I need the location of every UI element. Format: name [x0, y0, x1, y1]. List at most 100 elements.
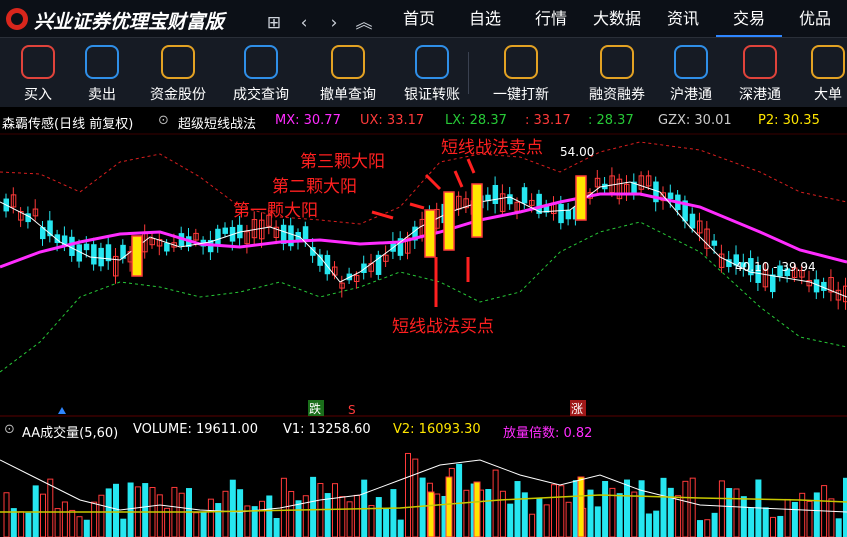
ipo-icon	[504, 45, 538, 79]
bank-transfer-button[interactable]: 银证转账	[392, 38, 472, 107]
buy-button[interactable]: 买入	[8, 38, 68, 107]
volume-bar	[222, 490, 229, 537]
menu-home[interactable]: 首页	[386, 0, 452, 37]
candle	[565, 210, 572, 220]
big-order-icon	[811, 45, 845, 79]
toolbar-label: 沪港通	[670, 87, 712, 103]
volume-bar	[638, 480, 645, 537]
annotation-arrow	[424, 173, 442, 191]
volume-bar	[368, 504, 375, 537]
annotation-arrow	[409, 202, 425, 210]
volume-bar	[273, 518, 280, 537]
candle	[164, 242, 170, 252]
ma-magenta-line	[0, 192, 847, 269]
kline-chart[interactable]: 54.00 40.10 - 39.94 跌 涨 S	[0, 132, 847, 417]
indicator-info-bar: 森霸传感(日线 前复权) ⊙ 超级短线战法 MX: 30.77 UX: 33.1…	[0, 110, 847, 132]
candle	[507, 194, 513, 205]
toolbar-label: 一键打新	[493, 87, 549, 103]
big-order-button[interactable]: 大单	[798, 38, 847, 107]
ratio-value: 放量倍数: 0.82	[503, 426, 593, 441]
volume-bar	[733, 488, 740, 537]
volume-bar	[76, 516, 83, 537]
highlight-volume-bar	[445, 476, 453, 537]
volume-bar	[120, 518, 127, 537]
menu-trade[interactable]: 交易	[716, 0, 782, 37]
grid-icon[interactable]: ⊞	[262, 13, 286, 33]
highlight-volume-bar	[577, 476, 585, 537]
volume-bar	[25, 512, 32, 537]
volume-bar	[594, 506, 601, 537]
volume-bar	[660, 477, 667, 537]
volume-bar	[3, 492, 10, 537]
volume-bar	[113, 483, 119, 537]
nav-icons: ⊞ ‹ › ︽	[262, 8, 382, 33]
volume-bar	[339, 496, 346, 537]
volume-bar	[828, 498, 835, 537]
menu-news[interactable]: 资讯	[650, 0, 716, 37]
volume-bar	[47, 478, 54, 537]
settings-icon[interactable]: ⊙	[158, 113, 169, 128]
app-logo: 兴业证券优理宝财富版	[6, 7, 246, 33]
upper-band-line	[0, 141, 847, 225]
ipo-button[interactable]: 一键打新	[475, 38, 567, 107]
app-title: 兴业证券优理宝财富版	[34, 11, 225, 33]
volume-bar	[697, 520, 703, 537]
volume-bar	[193, 512, 200, 537]
volume-bar	[353, 494, 360, 537]
sh-hk-button[interactable]: 沪港通	[658, 38, 724, 107]
sz-hk-button[interactable]: 深港通	[727, 38, 793, 107]
volume-bar	[127, 482, 134, 537]
volume-bar	[777, 515, 784, 537]
volume-bar	[653, 510, 660, 537]
deal-query-button[interactable]: 成交查询	[222, 38, 300, 107]
candle	[667, 192, 674, 200]
forward-icon[interactable]: ›	[322, 13, 346, 33]
sell-icon	[85, 45, 119, 79]
margin-button[interactable]: 融资融券	[578, 38, 656, 107]
candle	[215, 228, 221, 245]
sell-point-label: 短线战法卖点	[441, 138, 543, 158]
margin-icon	[600, 45, 634, 79]
toolbar-label: 融资融券	[589, 87, 645, 103]
lx-value: LX: 28.37	[445, 113, 507, 128]
candle	[492, 184, 499, 204]
volume-bar	[485, 489, 492, 537]
indicator-name[interactable]: 超级短线战法	[178, 113, 256, 132]
volume-chart[interactable]	[0, 440, 847, 537]
v1-value: V1: 13258.60	[283, 422, 371, 437]
fund-coin-button[interactable]: 资金股份	[140, 38, 216, 107]
back-icon[interactable]: ‹	[292, 13, 316, 33]
third-candle-label: 第三颗大阳	[300, 152, 385, 172]
high-price-label: 54.00	[560, 145, 594, 159]
volume-bar	[10, 508, 17, 537]
candle	[222, 227, 228, 234]
volume-bar	[54, 508, 61, 537]
candle	[91, 244, 97, 265]
candle	[98, 247, 104, 267]
cancel-query-button[interactable]: 撤单查询	[308, 38, 388, 107]
volume-bar	[748, 507, 755, 537]
volume-bar	[207, 498, 214, 537]
volume-bar	[390, 489, 397, 537]
menu-quotes[interactable]: 行情	[518, 0, 584, 37]
candle	[770, 274, 776, 293]
menu-premium[interactable]: 优品	[782, 0, 847, 37]
volume-bar	[405, 452, 411, 537]
stock-name[interactable]: 森霸传感(日线 前复权)	[2, 113, 133, 132]
volume-bar	[412, 458, 419, 537]
volume-indicator-name[interactable]: AA成交量(5,60)	[22, 422, 118, 441]
sh-hk-icon	[674, 45, 708, 79]
volume-settings-icon[interactable]: ⊙	[4, 422, 15, 437]
volume-bar	[616, 493, 623, 537]
volume-bar	[259, 500, 265, 537]
up-double-icon[interactable]: ︽	[352, 8, 376, 33]
ux-value: UX: 33.17	[360, 113, 425, 128]
toolbar-label: 深港通	[739, 87, 781, 103]
volume-bar	[266, 495, 273, 537]
lx2-value: : 28.37	[588, 113, 634, 128]
sell-button[interactable]: 卖出	[72, 38, 132, 107]
volume-bar	[69, 509, 76, 537]
menu-bigdata[interactable]: 大数据	[584, 0, 650, 37]
menu-watchlist[interactable]: 自选	[452, 0, 518, 37]
volume-bar	[682, 480, 689, 537]
